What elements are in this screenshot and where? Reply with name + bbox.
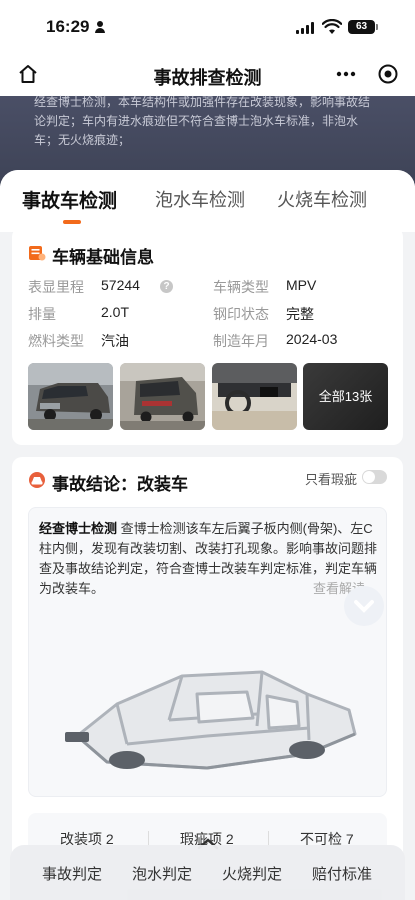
vehicle-info-title: 车辆基础信息 — [52, 248, 154, 267]
bottom-nav-flood[interactable]: 泡水判定 — [132, 863, 192, 884]
flaw-only-toggle[interactable] — [362, 470, 387, 484]
warning-car-icon — [29, 472, 45, 488]
field-value: 完整 — [286, 306, 314, 322]
car-frame-diagram — [65, 670, 357, 770]
field-label: 车辆类型 — [213, 279, 269, 295]
field-value: 2024-03 — [286, 331, 338, 347]
battery-icon: 63 — [348, 20, 378, 34]
status-time: 16:29 — [46, 17, 90, 36]
bottom-nav-fire[interactable]: 火烧判定 — [222, 863, 282, 884]
field-label: 钢印状态 — [213, 306, 269, 322]
vehicle-info-card: 车辆基础信息 表显里程 57244 ? 车辆类型 MPV 排量 2.0T 钢印状… — [12, 227, 403, 445]
field-label: 排量 — [28, 306, 56, 322]
field-label: 制造年月 — [213, 333, 269, 349]
field-value: MPV — [286, 277, 317, 293]
nav-bar: 事故排查检测 — [0, 52, 415, 96]
close-miniapp-icon[interactable] — [376, 62, 400, 86]
bottom-nav-compensation[interactable]: 赔付标准 — [312, 863, 372, 884]
chevron-down-icon — [344, 586, 384, 626]
field-value: 汽油 — [101, 333, 129, 349]
field-value: 2.0T — [101, 304, 130, 320]
summary-text: 经查博士检测，本车结构件或加强件存在改装现象，影响事故结论判定；车内有进水痕迹但… — [34, 95, 371, 147]
field-label: 表显里程 — [28, 279, 84, 295]
detection-tabs: 事故车检测 泡水车检测 火烧车检测 — [0, 170, 415, 232]
tab-flood[interactable]: 泡水车检测 — [155, 186, 245, 212]
bottom-nav-accident[interactable]: 事故判定 — [42, 863, 102, 884]
car-info-icon — [29, 246, 46, 261]
conclusion-card: 事故结论：改装车 只看瑕疵 经查博士检测 查博士检测该车左后翼子板内侧(骨架)、… — [12, 457, 403, 877]
conclusion-title: 事故结论：改装车 — [52, 475, 188, 494]
wifi-icon — [322, 19, 342, 34]
verdict-box: 经查博士检测 查博士检测该车左后翼子板内侧(骨架)、左C柱内侧，发现有改装切割、… — [28, 507, 387, 797]
field-label: 燃料类型 — [28, 333, 84, 349]
all-photos-button[interactable]: 全部13张 — [303, 363, 388, 430]
signal-icon — [296, 22, 316, 34]
car-photo-interior[interactable] — [212, 363, 297, 430]
more-icon[interactable] — [334, 62, 358, 86]
flaw-only-label: 只看瑕疵 — [305, 472, 358, 487]
car-photo-front[interactable] — [28, 363, 113, 430]
field-value: 57244 — [101, 277, 140, 293]
person-icon — [95, 21, 105, 33]
tab-fire[interactable]: 火烧车检测 — [277, 186, 367, 212]
status-bar: 16:29 63 — [0, 0, 415, 52]
tab-accident[interactable]: 事故车检测 — [22, 186, 117, 213]
help-icon[interactable]: ? — [160, 280, 173, 293]
verdict-source: 经查博士检测 — [39, 521, 118, 536]
car-photo-rear[interactable] — [120, 363, 205, 430]
tab-indicator — [63, 220, 81, 224]
bottom-nav: 事故判定 泡水判定 火烧判定 赔付标准 — [10, 845, 405, 900]
